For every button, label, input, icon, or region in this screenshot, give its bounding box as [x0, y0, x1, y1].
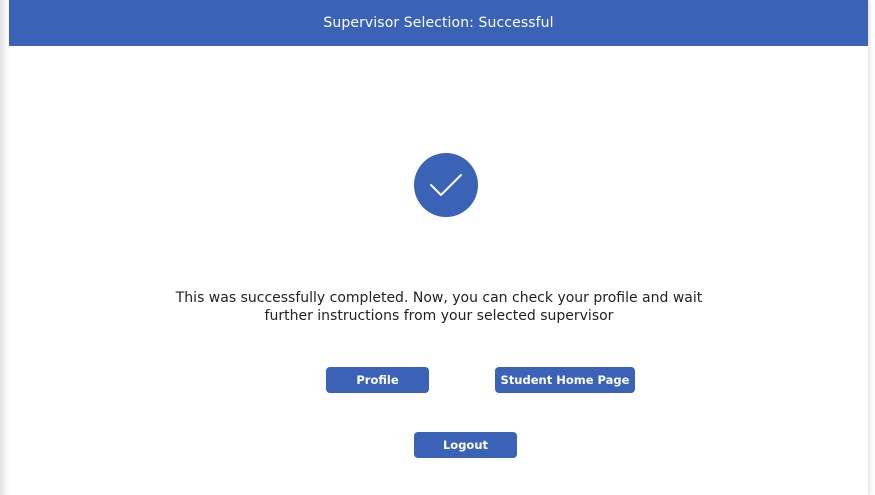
success-message: This was successfully completed. Now, yo… [89, 289, 789, 325]
header-bar: Supervisor Selection: Successful [9, 0, 868, 46]
page-title: Supervisor Selection: Successful [323, 15, 554, 31]
success-message-line-2: further instructions from your selected … [264, 308, 614, 324]
left-window-edge [0, 0, 9, 495]
success-message-line-1: This was successfully completed. Now, yo… [175, 290, 703, 306]
student-home-page-button[interactable]: Student Home Page [495, 367, 635, 393]
app-screen: Supervisor Selection: Successful This wa… [9, 0, 868, 495]
logout-button[interactable]: Logout [414, 432, 517, 458]
success-checkmark-icon [414, 153, 478, 217]
profile-button[interactable]: Profile [326, 367, 429, 393]
checkmark-icon [430, 174, 462, 196]
screen-frame: Supervisor Selection: Successful This wa… [0, 0, 875, 495]
